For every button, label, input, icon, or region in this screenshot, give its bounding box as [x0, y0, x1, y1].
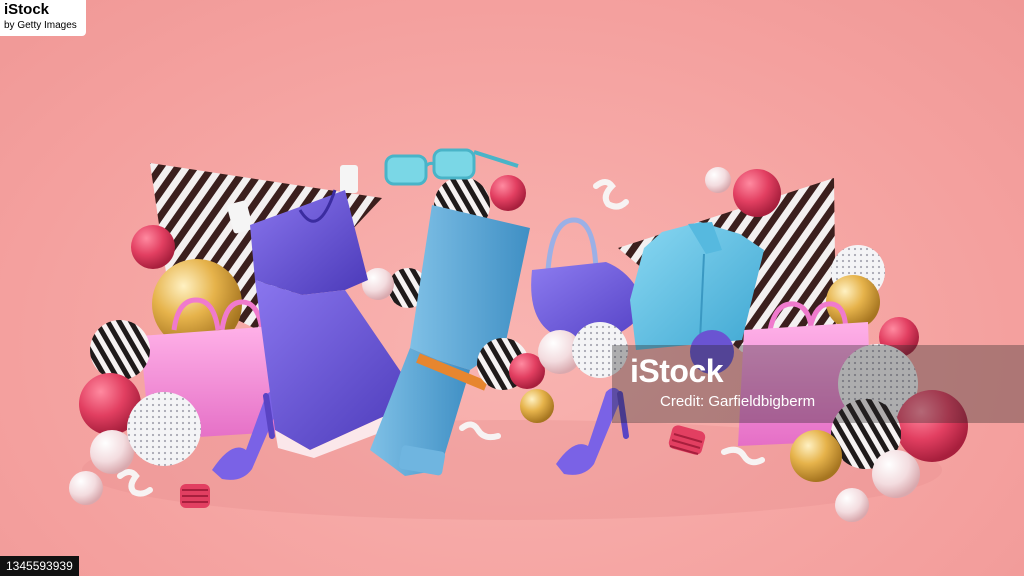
corner-logo: iStock by Getty Images — [0, 0, 86, 36]
striped-ball — [90, 320, 150, 380]
watermark-brand: iStock — [630, 353, 724, 389]
red-ball — [490, 175, 526, 211]
watermark-overlay: iStock Credit: Garfieldbigberm — [612, 345, 1024, 423]
white-ball — [835, 488, 869, 522]
white-ball — [69, 471, 103, 505]
gold-ball — [790, 430, 842, 482]
corner-logo-line2: by Getty Images — [4, 20, 77, 31]
white-ball — [705, 167, 731, 193]
spring-coil — [180, 484, 210, 508]
fashion-scene-illustration — [69, 148, 968, 522]
product-image: iStock Credit: Garfieldbigberm iStock by… — [0, 0, 1024, 576]
gold-ball — [520, 389, 554, 423]
red-ball — [733, 169, 781, 217]
asset-id-label: 1345593939 — [0, 556, 79, 576]
squiggle — [593, 179, 629, 210]
white-ball — [872, 450, 920, 498]
dotted-ball — [127, 392, 201, 466]
red-ball — [131, 225, 175, 269]
corner-logo-line1: iStock — [4, 1, 50, 18]
white-ball — [90, 430, 134, 474]
white-ball — [362, 268, 394, 300]
watermark-credit: Credit: Garfieldbigberm — [660, 393, 816, 410]
purple-handbag — [531, 217, 646, 342]
